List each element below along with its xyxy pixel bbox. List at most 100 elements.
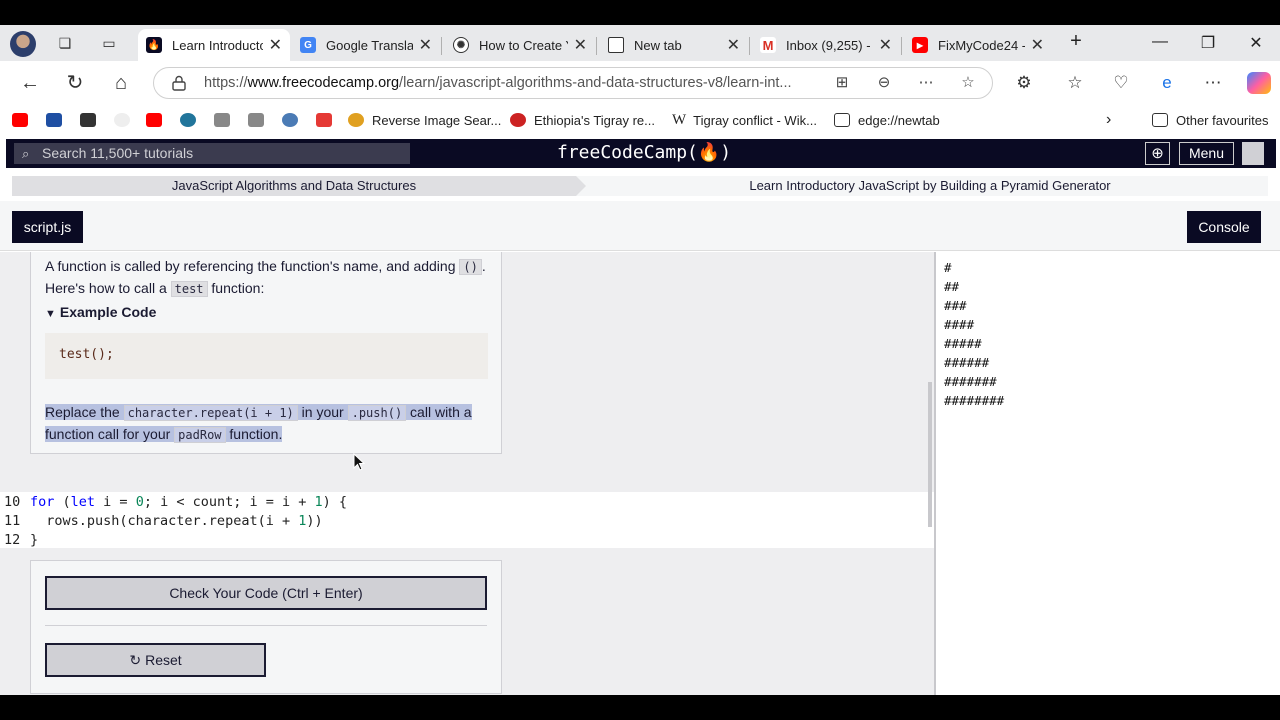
close-icon[interactable]: ✕ [879,35,892,55]
code-line[interactable]: } [30,532,38,548]
tab-youtube[interactable]: ▶ FixMyCode24 - ✕ [904,29,1052,61]
maps-bookmark-icon[interactable] [316,111,340,129]
tab-title: Google Translate [326,37,413,53]
youtube-bookmark-icon[interactable] [12,111,36,129]
text: call with a [406,404,472,420]
check-code-button[interactable]: Check Your Code (Ctrl + Enter) [45,576,487,610]
text: function call for your [45,426,175,442]
menu-button[interactable]: Menu [1179,142,1234,165]
new-tab-icon [608,37,624,53]
medical-bookmark-icon[interactable] [248,111,272,129]
refresh-icon[interactable]: ↻ [63,71,87,95]
other-favourites[interactable]: Other favourites [1152,111,1269,129]
address-bar[interactable]: https://www.freecodecamp.org/learn/javas… [153,67,993,99]
bookmark-newtab[interactable]: edge://newtab [834,111,940,129]
language-globe-icon[interactable]: ⊕ [1145,142,1170,165]
reset-button[interactable]: ↻ Reset [45,643,266,677]
eu-flag-bookmark-icon[interactable] [46,111,70,129]
code-line[interactable]: for (let i = 0; i < count; i = i + 1) { [30,494,347,510]
browser-essentials-icon[interactable]: ♡ [1110,72,1132,94]
example-code-toggle[interactable]: ▼ Example Code [45,304,156,320]
youtube-bookmark-icon[interactable] [146,111,170,129]
bookmarks-bar: Reverse Image Sear... Ethiopia's Tigray … [0,105,1280,135]
url-prefix: https:// [204,75,248,91]
instruction-paragraph: Here's how to call a test function: [45,277,264,300]
reset-label: Reset [145,652,182,668]
close-icon[interactable]: ✕ [269,35,282,55]
code-line[interactable]: rows.push(character.repeat(i + 1)) [30,513,322,529]
console-line: # [944,260,952,275]
close-icon[interactable]: ✕ [419,35,432,55]
restore-icon[interactable]: ❐ [1198,33,1218,53]
back-icon[interactable]: ← [18,71,42,95]
tab-freecodecamp[interactable]: 🔥 Learn Introductory JavaScript ✕ [138,29,290,61]
settings-more-icon[interactable]: ⋯ [1202,72,1224,94]
tab-new-tab[interactable]: New tab ✕ [600,29,748,61]
browser-window: ❏ ▭ 🔥 Learn Introductory JavaScript ✕ G … [0,25,1280,695]
tab-separator [749,37,750,55]
breadcrumb-arrow [576,176,586,196]
folder-icon [1152,113,1168,127]
text: A function is called by referencing the … [45,258,460,274]
zoom-icon[interactable]: ⊖ [874,73,894,93]
medical-bookmark-icon[interactable] [214,111,238,129]
triangle-down-icon: ▼ [45,308,56,320]
script-js-tab[interactable]: script.js [12,211,83,243]
close-icon[interactable]: ✕ [574,35,587,55]
bookmark-ethiopia[interactable]: Ethiopia's Tigray re... [510,111,655,129]
tab-google-translate[interactable]: G Google Translate ✕ [292,29,440,61]
breadcrumb-block[interactable]: Learn Introductory JavaScript by Buildin… [592,176,1268,196]
youtube-icon: ▶ [912,37,928,53]
text: Here's how to call a [45,280,171,296]
wordpress-bookmark-icon[interactable] [180,111,204,129]
tab-chatgpt[interactable]: ✺ How to Create Y ✕ [445,29,595,61]
close-icon[interactable]: ✕ [1031,35,1044,55]
bookmark-reverse-image[interactable]: Reverse Image Sear... [348,111,501,129]
or-bookmark-icon[interactable] [80,111,104,129]
favorites-icon[interactable]: ☆ [1064,72,1086,94]
copilot-icon[interactable] [1247,72,1271,94]
globe-bookmark-icon[interactable] [282,111,306,129]
bookmark-tigray-wiki[interactable]: W Tigray conflict - Wik... [672,111,817,129]
window-close-icon[interactable]: ✕ [1246,33,1266,53]
tab-strip: ❏ ▭ 🔥 Learn Introductory JavaScript ✕ G … [0,25,1280,61]
browser-toolbar: ← ↻ ⌂ https://www.freecodecamp.org/learn… [0,61,1280,105]
console-line: ####### [944,374,997,389]
breadcrumb-superblock[interactable]: JavaScript Algorithms and Data Structure… [12,176,576,196]
console-line: ###### [944,355,990,370]
app-available-icon[interactable]: ⊞ [832,73,852,93]
bookmark-label: edge://newtab [858,112,940,128]
new-tab-plus-icon[interactable]: + [1066,30,1086,53]
workspaces-icon[interactable]: ❏ [56,35,74,51]
blank-bookmark-icon[interactable] [114,111,138,129]
text: function: [207,280,265,296]
example-code-block: test(); [45,333,488,379]
fcc-logo[interactable]: freeCodeCamp(🔥) [557,141,731,165]
editor-scrollbar[interactable] [928,382,932,527]
chevron-right-icon[interactable]: › [1106,111,1111,129]
console-line: ######## [944,393,1005,408]
chatgpt-icon: ✺ [453,37,469,53]
close-icon[interactable]: ✕ [727,35,740,55]
tab-gmail[interactable]: M Inbox (9,255) - ✕ [752,29,900,61]
editor-pane[interactable]: A function is called by referencing the … [0,252,934,695]
extensions-icon[interactable]: ⚙ [1013,72,1035,94]
home-icon[interactable]: ⌂ [109,71,133,95]
search-input[interactable]: ⌕ Search 11,500+ tutorials [14,143,410,164]
line-number: 10 [4,494,21,510]
edge-bar-icon[interactable]: e [1156,72,1178,94]
divider [45,625,487,626]
user-avatar[interactable] [1242,142,1264,165]
minimize-icon[interactable]: — [1150,33,1170,51]
details-label: Example Code [59,304,157,320]
favorite-star-icon[interactable]: ☆ [958,73,978,93]
tab-actions-icon[interactable]: ▭ [100,35,118,51]
tab-title: New tab [634,37,682,53]
code-editor-lines[interactable]: 10 for (let i = 0; i < count; i = i + 1)… [0,492,934,548]
read-aloud-icon[interactable]: ⋯ [916,73,936,93]
console-button[interactable]: Console [1187,211,1261,243]
console-line: ##### [944,336,982,351]
profile-avatar[interactable] [10,31,36,57]
text: . [481,258,486,274]
text: Replace the [45,404,124,420]
